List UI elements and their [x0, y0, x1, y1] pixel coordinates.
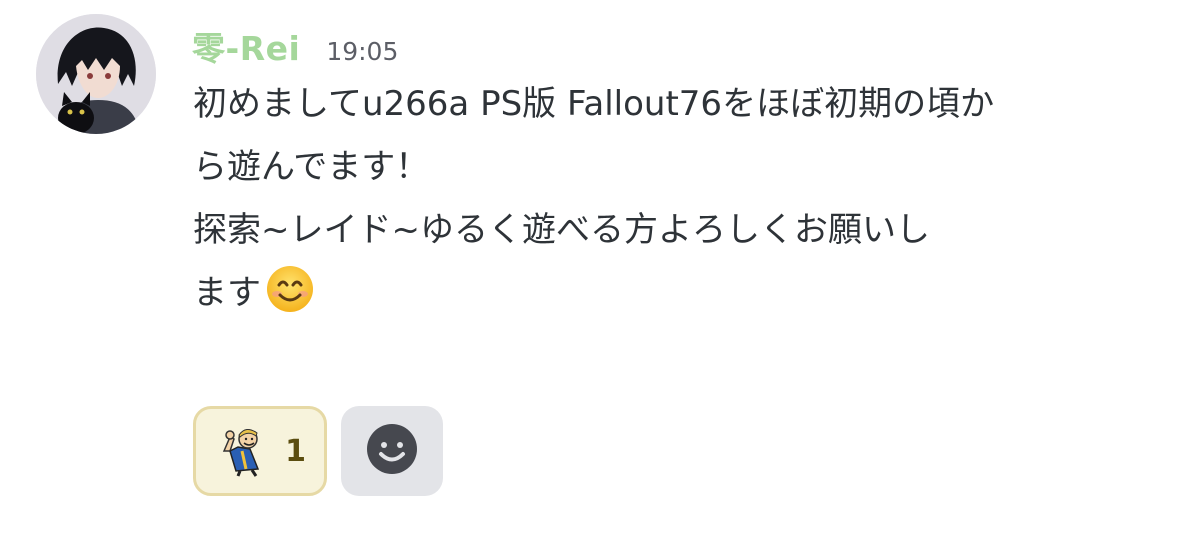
message-line: 初めましてu266a PS版 Fallout76をほぼ初期の頃か [193, 84, 995, 124]
add-reaction-smiley-icon [366, 423, 418, 479]
message-header: 零-Rei 19:05 [192, 22, 398, 72]
reaction-count: 1 [285, 433, 306, 469]
smiling-face-emoji-icon [265, 264, 315, 314]
vault-boy-thumbs-up-icon [216, 421, 272, 481]
timestamp: 19:05 [326, 37, 399, 66]
message-content: 初めましてu266a PS版 Fallout76をほぼ初期の頃か ら遊んでます！… [193, 73, 1153, 325]
message-line-text: 探索~レイド~ゆるく遊べる方よろしくお願いし [193, 210, 930, 250]
message-line: ら遊んでます！ [193, 147, 430, 187]
reaction-button[interactable]: 1 [193, 406, 327, 496]
message-line: ます [193, 262, 1153, 325]
chat-message: 零-Rei 19:05 初めましてu266a PS版 Fallout76をほぼ初… [0, 0, 1179, 543]
reactions-bar: 1 [193, 406, 443, 496]
message-line: 探索~レイド~ゆるく遊べる方よろしくお願いし [193, 199, 1153, 262]
avatar-image [36, 14, 156, 134]
avatar[interactable] [36, 14, 156, 134]
username[interactable]: 零-Rei [192, 22, 300, 70]
message-line-text: ます [193, 273, 261, 313]
add-reaction-button[interactable] [341, 406, 443, 496]
